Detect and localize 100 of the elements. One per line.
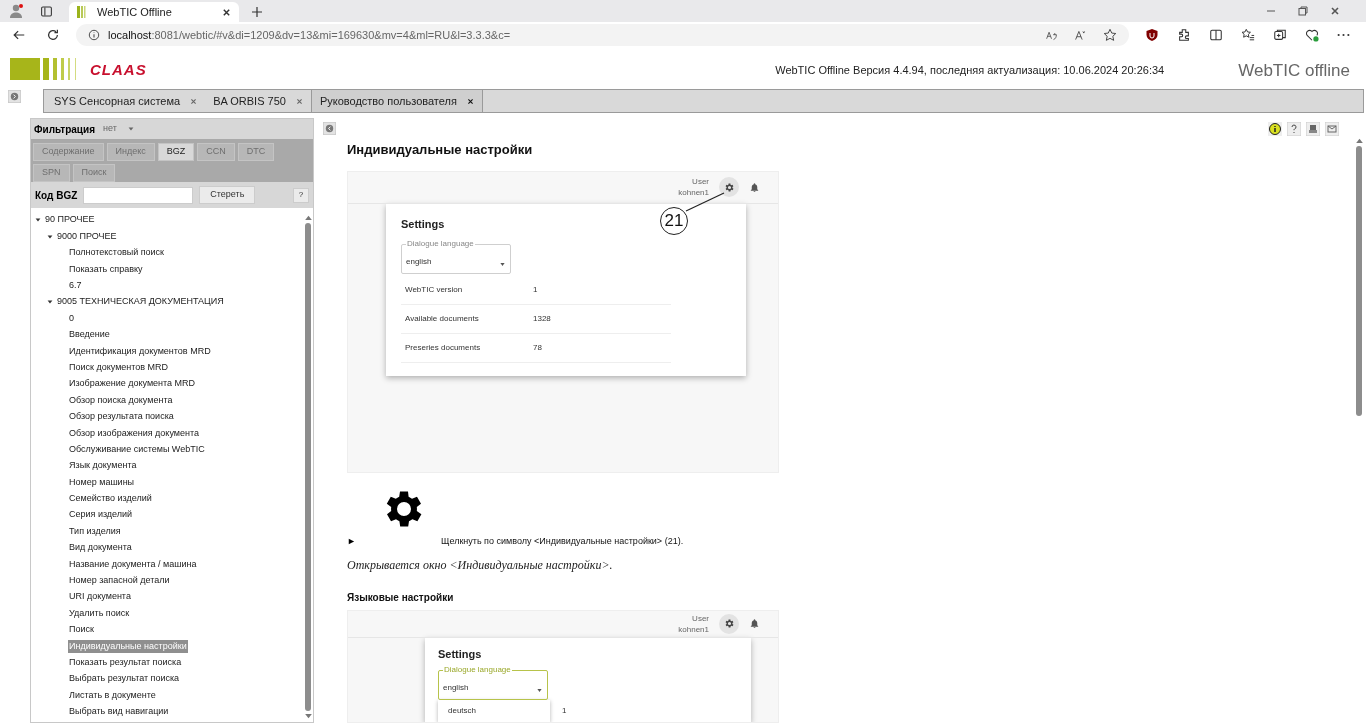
code-input-field[interactable] (83, 186, 194, 204)
tab-label: SYS Сенсорная система (54, 93, 181, 109)
tree-item[interactable]: Поиск документов MRD (68, 360, 170, 375)
user-label: User (692, 612, 709, 624)
tree-item[interactable]: Семейство изделий (68, 492, 153, 506)
tree-item[interactable]: Полнотекстовый поиск (68, 246, 166, 260)
health-icon[interactable] (1305, 28, 1319, 42)
scrollbar-thumb[interactable] (1356, 146, 1362, 416)
setting-label: Available documents (404, 313, 480, 325)
close-icon[interactable] (222, 7, 231, 17)
tree-item[interactable]: Обслуживание системы WebTIC (68, 442, 206, 457)
restore-icon[interactable] (1298, 6, 1308, 16)
tree-item[interactable]: Идентификация документов MRD (68, 344, 212, 359)
collapse-icon[interactable] (46, 232, 54, 241)
scroll-up-icon[interactable] (304, 215, 312, 220)
field-label: Dialogue language (443, 665, 512, 675)
scrollbar-thumb[interactable] (305, 223, 311, 711)
collections-icon[interactable] (1273, 28, 1287, 42)
caret-icon (126, 125, 135, 133)
tree-item[interactable]: Номер запасной детали (68, 574, 171, 588)
caret-icon (499, 261, 506, 268)
address-bar[interactable]: localhost:8081/webtic/#v&di=1209&dv=13&mi=169630&mv=4&ml=RU&l=3.3.3&c= (76, 24, 1129, 46)
favorite-icon[interactable] (1103, 28, 1117, 42)
tree-item[interactable]: URI документа (68, 590, 132, 604)
tree-item[interactable]: Вид документа (68, 541, 133, 555)
tree-item[interactable]: Поиск (68, 623, 95, 637)
sidebar-tab[interactable]: BGZ (157, 143, 195, 161)
tree-item[interactable]: Обзор поиска документа (68, 393, 174, 408)
tree-node[interactable]: 90 ПРОЧЕЕ (45, 213, 95, 227)
tree-item[interactable]: Введение (68, 328, 111, 342)
new-tab-icon[interactable] (251, 6, 263, 18)
tab-label: BA ORBIS 750 (213, 93, 286, 109)
favorites-icon[interactable] (1241, 28, 1255, 42)
tree-item[interactable]: Выбрать результат поиска (68, 672, 181, 686)
tree-item[interactable]: Обзор изображения документа (68, 426, 200, 440)
back-icon[interactable] (12, 28, 26, 42)
tree-item[interactable]: Показать результат поиска (68, 656, 183, 670)
code-label: Код BGZ (35, 188, 78, 203)
tree-item[interactable]: Удалить поиск (68, 606, 131, 621)
shield-icon[interactable] (1145, 28, 1159, 42)
clear-button[interactable]: Стереть (199, 186, 256, 204)
tree-item[interactable]: Обзор результата поиска (68, 410, 175, 424)
settings-button[interactable] (719, 613, 739, 634)
tree-node[interactable]: 9005 ТЕХНИЧЕСКАЯ ДОКУМЕНТАЦИЯ (57, 295, 224, 309)
close-icon[interactable] (466, 97, 474, 105)
field-label: Dialogue language (406, 239, 475, 249)
split-screen-icon[interactable] (1209, 28, 1223, 42)
settings-icon (723, 618, 735, 630)
setting-value: 1 (533, 284, 538, 296)
tab-title: WebTIC Offline (97, 4, 173, 20)
product-name: WebTIC offline (1238, 60, 1350, 82)
tab-actions-icon[interactable] (40, 5, 53, 18)
dropdown-option[interactable]: deutsch (438, 700, 550, 722)
tree-item[interactable]: Тип изделия (68, 524, 122, 539)
close-icon[interactable] (1330, 6, 1340, 16)
tree-item[interactable]: Выбрать вид навигации (68, 705, 170, 719)
expand-panel-icon[interactable] (8, 90, 21, 103)
tree-node[interactable]: 9000 ПРОЧЕЕ (57, 229, 117, 244)
settings-icon (723, 181, 735, 193)
scroll-up-icon[interactable] (1355, 138, 1363, 143)
mail-icon[interactable] (1325, 122, 1339, 136)
tree-item[interactable]: Серия изделий (68, 508, 134, 522)
document-tab[interactable]: BA ORBIS 750 (205, 90, 311, 112)
settings-title: Settings (401, 216, 445, 232)
version-text: WebTIC Offline Версия 4.4.94, последняя актуализация: 10.06.2024 20:26:34 (775, 62, 1165, 78)
profile-icon[interactable] (8, 3, 24, 19)
tree-item[interactable]: 6.7 (68, 279, 83, 293)
tree-item[interactable]: Название документа / машина (68, 557, 198, 572)
url-text: localhost:8081/webtic/#v&di=1209&dv=13&mi=169630&mv=4&ml=RU&l=3.3.3&c= (108, 27, 511, 43)
tree-item[interactable]: Язык документа (68, 459, 138, 473)
tree-item[interactable]: 0 (68, 311, 75, 326)
browser-tab[interactable]: WebTIC Offline (69, 2, 239, 22)
help-button[interactable]: ? (293, 187, 309, 203)
document-tab[interactable]: Руководство пользователя (310, 90, 483, 112)
tree-item[interactable]: Изображение документа MRD (68, 377, 197, 391)
user-name: kohnen1 (678, 623, 709, 635)
scroll-down-icon[interactable] (304, 714, 312, 719)
settings-button[interactable] (719, 177, 739, 197)
tree-item[interactable]: Показать справку (68, 262, 144, 277)
favicon-icon (77, 6, 89, 18)
setting-value: 1 (562, 706, 567, 716)
extensions-icon[interactable] (1177, 28, 1191, 42)
tree-item[interactable]: Номер машины (68, 475, 136, 490)
notification-icon[interactable] (749, 618, 760, 630)
filter-dropdown[interactable]: нет (103, 122, 135, 136)
help-icon[interactable] (1287, 122, 1301, 136)
read-aloud-icon[interactable] (1074, 28, 1087, 42)
notification-icon[interactable] (749, 181, 760, 193)
reload-icon[interactable] (46, 28, 60, 42)
result-text: Открывается окно <Индивидуальные настройки>. (347, 557, 614, 574)
filter-label: Фильтрация (34, 122, 95, 137)
page-heading: Индивидуальные настройки (347, 141, 534, 159)
info-icon[interactable] (1268, 122, 1282, 136)
more-icon[interactable] (1337, 33, 1350, 37)
tree-item[interactable]: Листать в документе (68, 688, 157, 703)
document-tab[interactable]: SYS Сенсорная система (46, 90, 206, 112)
collapse-panel-icon[interactable] (322, 122, 336, 135)
user-name: kohnen1 (678, 187, 709, 198)
info-icon[interactable] (88, 29, 100, 41)
print-icon[interactable] (1306, 122, 1320, 136)
